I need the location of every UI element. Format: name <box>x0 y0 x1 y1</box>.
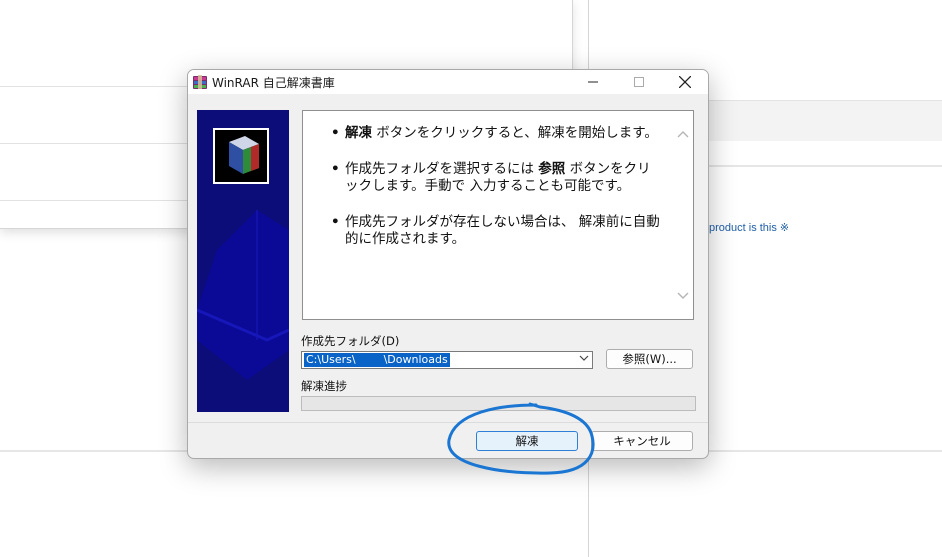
scroll-down-button[interactable] <box>676 289 690 301</box>
winrar-app-icon <box>193 75 207 89</box>
chevron-up-icon <box>677 131 689 138</box>
info-item: 作成先フォルダを選択するには 参照 ボタンをクリックします。手動で 入力すること… <box>331 161 661 195</box>
sfx-dialog: WinRAR 自己解凍書庫 解凍 ボタンをクリックすると、解凍を開 <box>187 69 709 459</box>
scroll-up-button[interactable] <box>676 127 690 139</box>
close-button[interactable] <box>662 70 708 94</box>
dropdown-button[interactable] <box>579 353 589 366</box>
minimize-icon <box>588 81 598 83</box>
extract-button[interactable]: 解凍 <box>476 431 578 451</box>
info-item: 解凍 ボタンをクリックすると、解凍を開始します。 <box>331 125 661 142</box>
close-icon <box>679 76 691 88</box>
progress-label: 解凍進捗 <box>301 379 347 393</box>
extraction-progress-bar <box>301 396 696 411</box>
cancel-button[interactable]: キャンセル <box>591 431 693 451</box>
chevron-down-icon <box>579 355 589 361</box>
info-panel: 解凍 ボタンをクリックすると、解凍を開始します。 作成先フォルダを選択するには … <box>302 110 694 320</box>
chevron-down-icon <box>677 292 689 299</box>
maximize-icon <box>634 77 644 87</box>
info-item: 作成先フォルダが存在しない場合は、 解凍前に自動的に作成されます。 <box>331 214 661 248</box>
title-bar[interactable]: WinRAR 自己解凍書庫 <box>188 70 708 94</box>
folder-label: 作成先フォルダ(D) <box>301 334 400 348</box>
winrar-banner <box>197 110 289 412</box>
maximize-button[interactable] <box>616 70 662 94</box>
window-title: WinRAR 自己解凍書庫 <box>212 76 335 90</box>
archive-box-icon <box>229 136 259 174</box>
destination-folder-input[interactable]: C:\Users\ \Downloads <box>304 353 450 367</box>
browse-button[interactable]: 参照(W)... <box>606 349 693 369</box>
destination-folder-combo[interactable]: C:\Users\ \Downloads <box>301 351 593 369</box>
footer-divider <box>188 422 708 423</box>
minimize-button[interactable] <box>570 70 616 94</box>
background-text: product is this ※ <box>709 222 790 234</box>
winrar-logo <box>213 128 269 184</box>
